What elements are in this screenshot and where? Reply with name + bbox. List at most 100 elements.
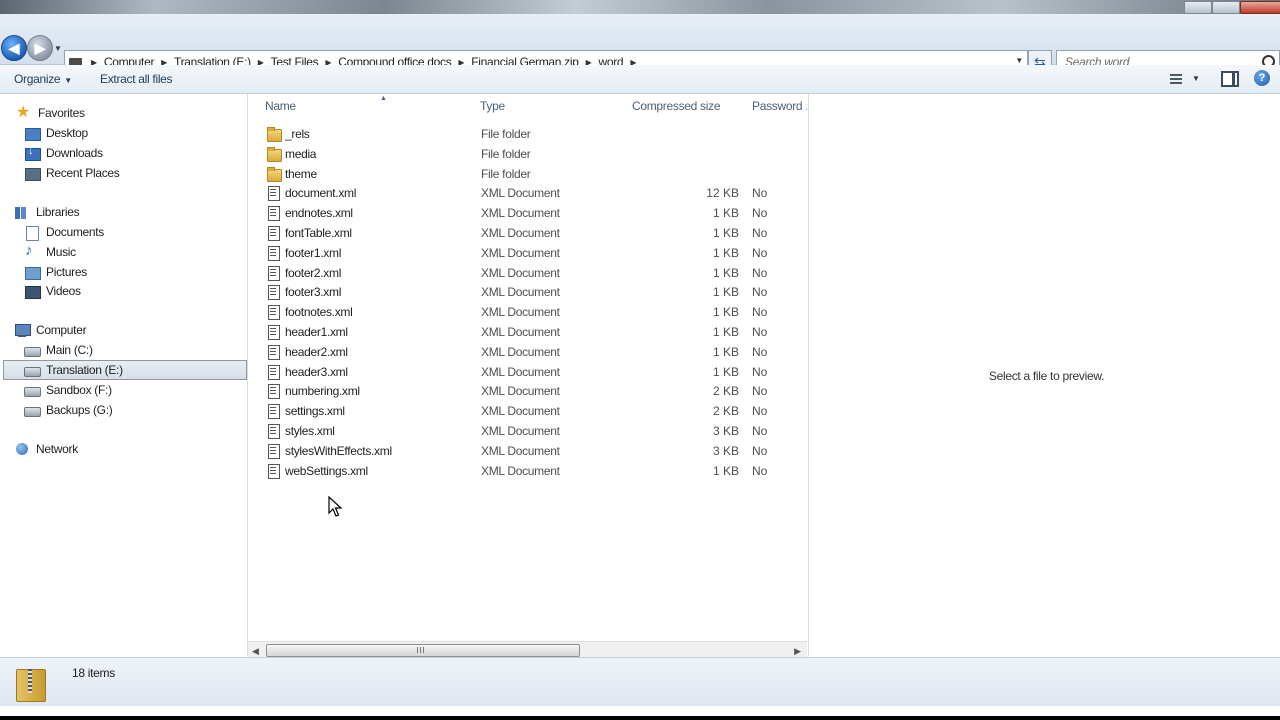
file-compressed-size: 1 KB: [712, 285, 739, 300]
file-row[interactable]: footer2.xml XML Document 1 KB No: [264, 263, 804, 283]
navigation-bar: ◀ ▶ ▼ ▶ Computer ▶ Translation (E:) ▶ Te…: [0, 14, 1280, 74]
file-row[interactable]: fontTable.xml XML Document 1 KB No: [264, 223, 804, 243]
close-button[interactable]: [1240, 1, 1280, 14]
file-row[interactable]: settings.xml XML Document 2 KB No: [264, 401, 804, 421]
file-compressed-size: 2 KB: [712, 384, 739, 399]
navigation-pane: Favorites Desktop Downloads Recent Place…: [0, 94, 248, 656]
help-icon[interactable]: ?: [1254, 70, 1270, 86]
xml-file-icon: [267, 305, 280, 321]
folder-icon: [267, 146, 282, 162]
minimize-button[interactable]: [1184, 1, 1212, 14]
nav-label: Music: [46, 245, 76, 259]
file-row[interactable]: styles.xml XML Document 3 KB No: [264, 421, 804, 441]
nav-recent-places[interactable]: Recent Places: [24, 164, 120, 182]
nav-label: Favorites: [38, 106, 85, 120]
folder-icon: [267, 127, 282, 142]
file-compressed-size: 1 KB: [712, 265, 739, 280]
column-header-name[interactable]: Name ▲: [265, 95, 387, 117]
column-header-password[interactable]: Password ...: [752, 99, 807, 117]
nav-desktop[interactable]: Desktop: [24, 124, 88, 142]
recent-places-icon: [24, 166, 41, 181]
maximize-button[interactable]: [1212, 1, 1240, 14]
file-row[interactable]: endnotes.xml XML Document 1 KB No: [264, 203, 804, 223]
nav-favorites[interactable]: Favorites: [16, 102, 85, 122]
command-bar: Organize ▼ Extract all files ▼ ?: [0, 65, 1280, 94]
file-row[interactable]: media File folder: [264, 144, 804, 164]
column-header-compressed-size[interactable]: Compressed size: [632, 99, 721, 117]
nav-label: Recent Places: [46, 166, 120, 180]
scroll-right-icon[interactable]: ▶: [794, 646, 801, 657]
file-password: No: [752, 186, 768, 201]
zip-folder-icon: [16, 665, 46, 702]
organize-button[interactable]: Organize ▼: [14, 72, 72, 86]
recent-pages-dropdown[interactable]: ▼: [54, 44, 62, 53]
nav-network[interactable]: Network: [14, 440, 78, 458]
change-view-icon[interactable]: [1168, 72, 1188, 86]
nav-backups-g[interactable]: Backups (G:): [24, 401, 113, 419]
file-row[interactable]: footer3.xml XML Document 1 KB No: [264, 282, 804, 302]
file-type: XML Document: [481, 325, 560, 339]
file-row[interactable]: stylesWithEffects.xml XML Document 3 KB No: [264, 441, 804, 461]
downloads-icon: [24, 145, 41, 161]
xml-file-icon: [267, 265, 280, 281]
file-password: No: [752, 443, 768, 458]
back-button[interactable]: ◀: [1, 35, 27, 61]
xml-file-icon: [267, 424, 280, 439]
file-name: settings.xml: [285, 404, 345, 419]
address-history-dropdown[interactable]: ▼: [1015, 56, 1023, 65]
file-name: footer1.xml: [285, 245, 342, 260]
back-arrow-icon: ◀: [8, 39, 20, 56]
file-name: footer3.xml: [285, 285, 342, 300]
file-row[interactable]: _rels File folder: [264, 124, 804, 144]
file-row[interactable]: footnotes.xml XML Document 1 KB No: [264, 302, 804, 322]
nav-sandbox-f[interactable]: Sandbox (F:): [24, 381, 112, 399]
file-row[interactable]: footer1.xml XML Document 1 KB No: [264, 243, 804, 263]
scroll-left-icon[interactable]: ◀: [252, 646, 259, 657]
file-row[interactable]: numbering.xml XML Document 2 KB No: [264, 381, 804, 401]
file-row[interactable]: header2.xml XML Document 1 KB No: [264, 342, 804, 362]
file-row[interactable]: header3.xml XML Document 1 KB No: [264, 362, 804, 382]
nav-videos[interactable]: Videos: [24, 282, 81, 300]
forward-button[interactable]: ▶: [27, 35, 53, 61]
scrollbar-thumb[interactable]: [266, 644, 580, 657]
nav-main-c[interactable]: Main (C:): [24, 341, 93, 359]
nav-documents[interactable]: Documents: [24, 223, 104, 241]
file-name: header2.xml: [285, 344, 348, 359]
column-header-type[interactable]: Type: [480, 99, 505, 117]
preview-pane-icon[interactable]: [1221, 71, 1239, 87]
file-row[interactable]: webSettings.xml XML Document 1 KB No: [264, 461, 804, 481]
nav-label: Main (C:): [46, 343, 93, 357]
xml-file-icon: [267, 285, 280, 301]
file-name: media: [285, 146, 317, 161]
preview-pane: Select a file to preview.: [808, 94, 1280, 656]
folder-icon: [267, 166, 282, 182]
nav-downloads[interactable]: Downloads: [24, 144, 103, 162]
nav-pictures[interactable]: Pictures: [24, 263, 87, 281]
nav-music[interactable]: Music: [24, 242, 76, 261]
nav-computer[interactable]: Computer: [14, 321, 87, 339]
file-name: footer2.xml: [285, 265, 342, 280]
extract-all-files-button[interactable]: Extract all files: [100, 72, 173, 86]
file-compressed-size: 1 KB: [712, 364, 739, 379]
file-type: XML Document: [481, 364, 560, 379]
xml-file-icon: [267, 463, 280, 479]
file-compressed-size: 1 KB: [712, 325, 739, 339]
file-row[interactable]: header1.xml XML Document 1 KB No: [264, 322, 804, 342]
view-options-dropdown[interactable]: ▼: [1192, 74, 1200, 83]
xml-file-icon: [267, 325, 280, 340]
file-row[interactable]: theme File folder: [264, 164, 804, 184]
file-name: webSettings.xml: [285, 463, 368, 478]
file-password: No: [752, 206, 768, 221]
file-name: endnotes.xml: [285, 206, 353, 221]
file-row[interactable]: document.xml XML Document 12 KB No: [264, 183, 804, 203]
file-password: No: [752, 226, 768, 240]
horizontal-scrollbar[interactable]: ◀ ▶: [248, 641, 807, 658]
nav-label: Libraries: [36, 205, 80, 219]
nav-libraries[interactable]: Libraries: [14, 203, 80, 221]
nav-translation-e[interactable]: Translation (E:): [24, 361, 123, 379]
computer-icon: [14, 323, 31, 337]
nav-label: Network: [36, 442, 78, 456]
xml-file-icon: [267, 344, 280, 360]
file-password: No: [752, 265, 768, 280]
file-type: XML Document: [481, 344, 560, 359]
